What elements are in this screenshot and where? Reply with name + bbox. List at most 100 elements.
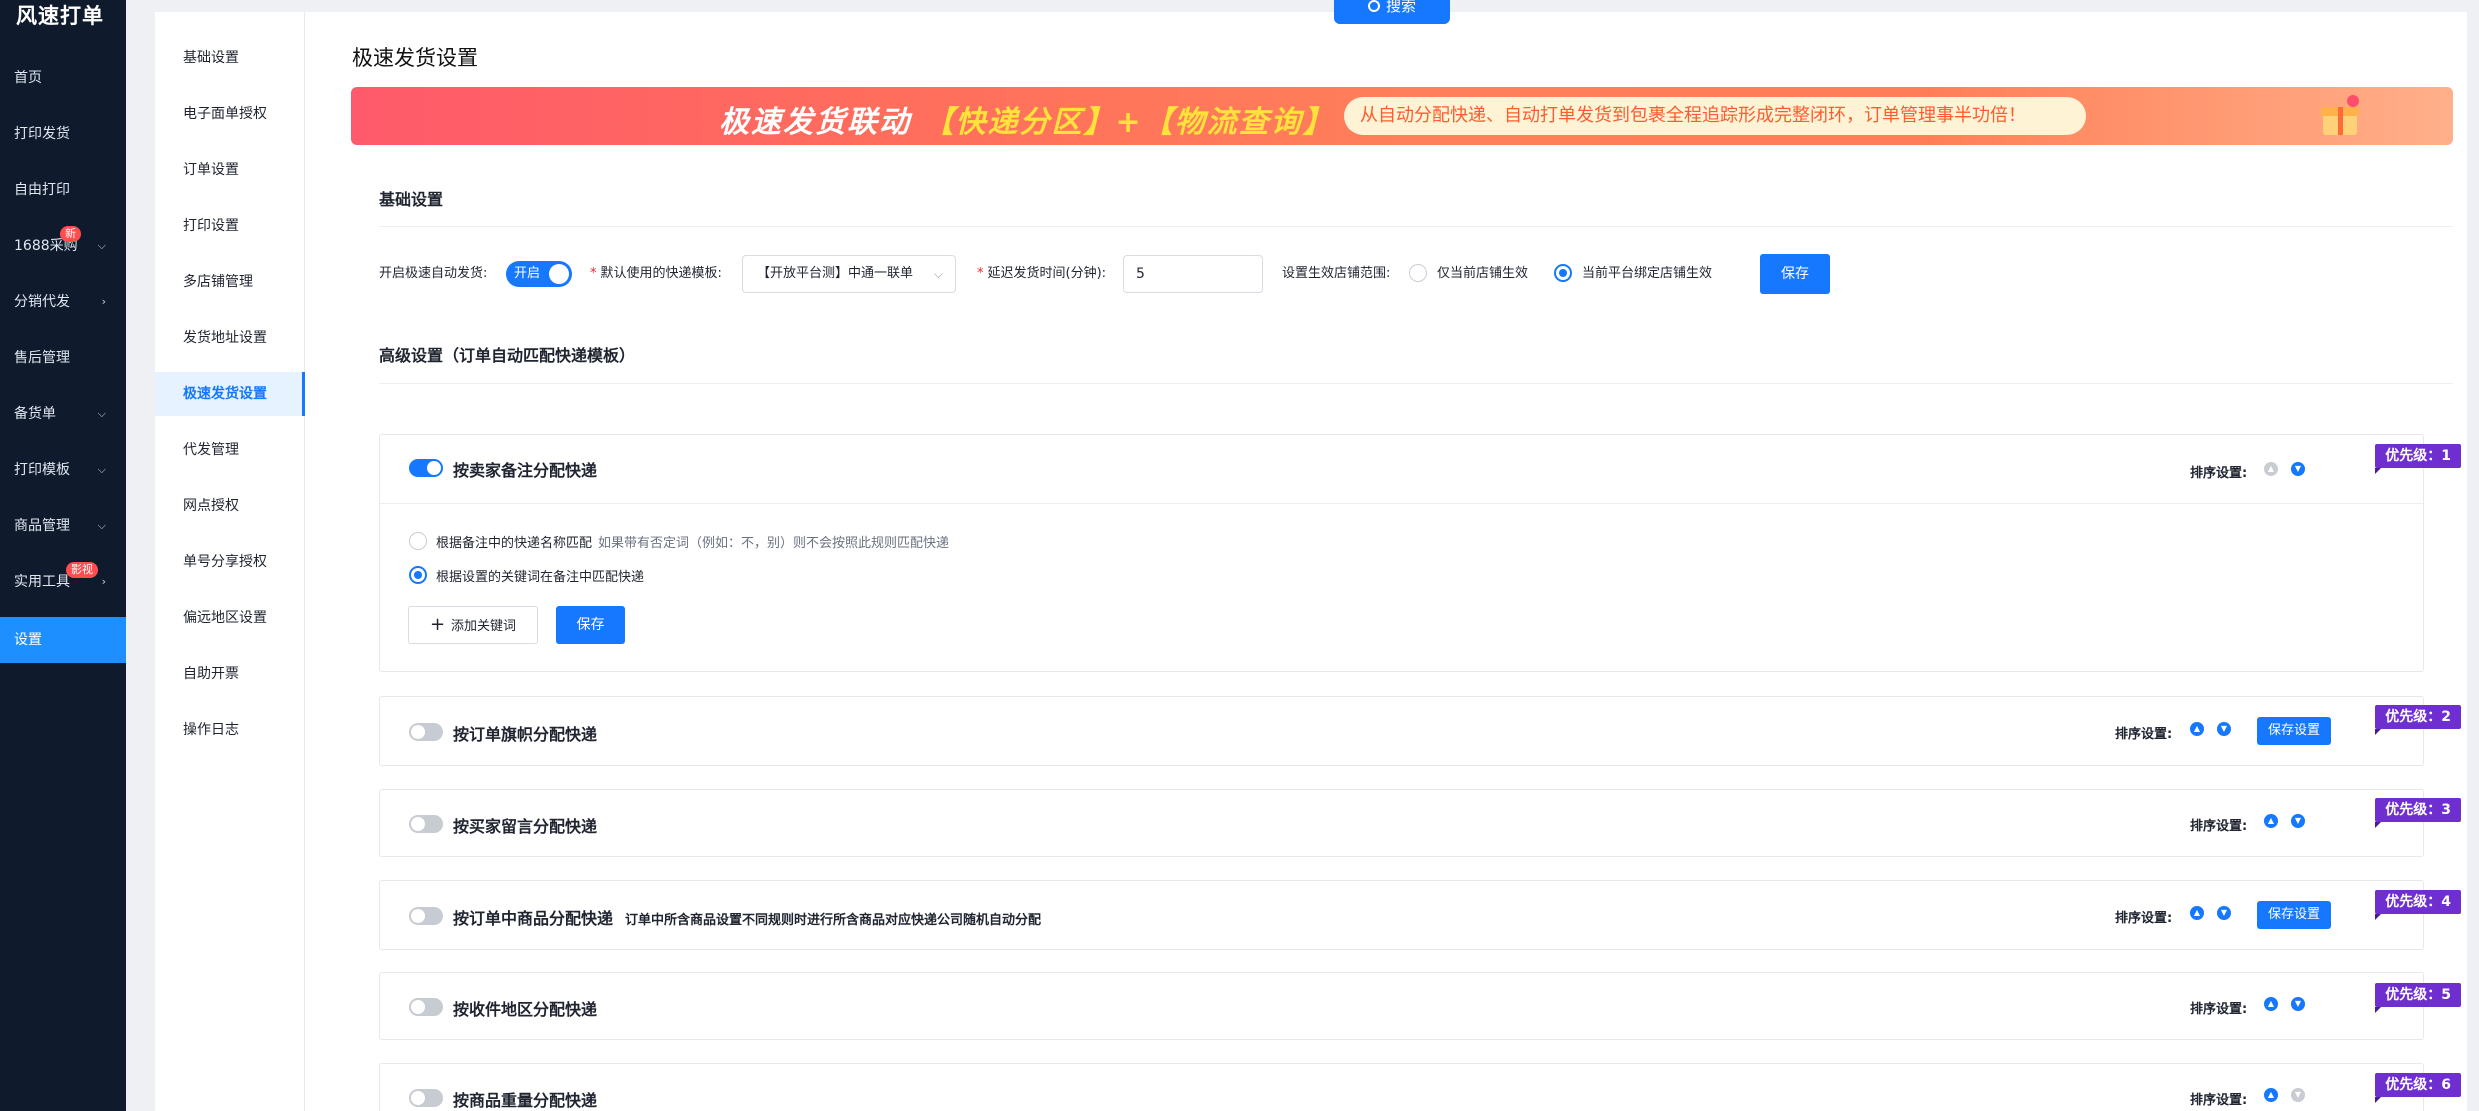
nav-item-settings[interactable]: 设置 [0,617,126,663]
nav-item-1688-purchase[interactable]: 1688采购 新 ⌵ [0,223,126,269]
nav-item-product-management[interactable]: 商品管理 ⌵ [0,503,126,549]
rule-toggle[interactable] [409,998,443,1016]
subnav-item-label: 基础设置 [183,50,239,66]
rule-toggle[interactable] [409,907,443,925]
nav-item-print-template[interactable]: 打印模板 ⌵ [0,447,126,493]
template-select[interactable]: 【开放平台测】中通一联单 ⌵ [742,255,956,293]
nav-item-tools[interactable]: 实用工具 影视 › [0,559,126,605]
move-up-icon[interactable]: ▲ [2264,1088,2278,1102]
nav-item-stock-list[interactable]: 备货单 ⌵ [0,391,126,437]
subnav-item-print[interactable]: 打印设置 [155,204,305,248]
rule-toggle[interactable] [409,723,443,741]
promo-banner[interactable]: 极速发货联动 【快递分区】+【物流查询】 从自动分配快递、自动打单发货到包裹全程… [351,87,2453,145]
rule-toggle[interactable] [409,815,443,833]
toggle-knob [411,1000,425,1014]
brand-logo: 风速打单 [16,4,104,28]
delay-label: * 延迟发货时间(分钟): [977,264,1106,284]
required-mark: * [590,266,597,281]
chevron-right-icon: › [101,295,106,308]
chevron-down-icon: ⌵ [933,267,943,281]
rule-card-order-product: 按订单中商品分配快递 订单中所含商品设置不同规则时进行所含商品对应快递公司随机自动… [379,880,2424,950]
scope-radio-current[interactable] [1409,264,1427,282]
toggle-knob [549,264,569,284]
template-select-value: 【开放平台测】中通一联单 [757,266,914,281]
scope-option-platform-label: 当前平台绑定店铺生效 [1582,266,1713,281]
banner-title-prefix: 极速发货联动 [719,105,911,140]
rule-title: 按订单中商品分配快递 订单中所含商品设置不同规则时进行所含商品对应快递公司随机自动… [453,905,1041,929]
gift-box-icon [2321,95,2359,135]
rule-title: 按收件地区分配快递 [453,1000,598,1019]
settings-subnav: 基础设置 电子面单授权 订单设置 打印设置 多店铺管理 发货地址设置 极速发货设… [155,12,305,1111]
nav-item-distribution[interactable]: 分销代发 › [0,279,126,325]
subnav-item-label: 单号分享授权 [183,554,267,570]
toggle-knob [427,461,441,475]
subnav-item-fast-ship[interactable]: 极速发货设置 [155,372,305,416]
nav-item-label: 自由打印 [14,182,70,198]
match-option-hint: 如果带有否定词（例如：不，别）则不会按照此规则匹配快递 [598,536,950,551]
move-down-icon[interactable]: ▼ [2291,462,2305,476]
subnav-item-basic[interactable]: 基础设置 [155,36,305,80]
nav-item-free-print[interactable]: 自由打印 [0,167,126,213]
subnav-item-label: 代发管理 [183,442,239,458]
match-option-text: 根据备注中的快递名称匹配 [436,536,593,551]
subnav-item-label: 网点授权 [183,498,239,514]
subnav-item-waybill-auth[interactable]: 电子面单授权 [155,92,305,136]
nav-item-print-ship[interactable]: 打印发货 [0,111,126,157]
save-settings-button[interactable]: 保存设置 [2257,717,2331,745]
subnav-item-invoice[interactable]: 自助开票 [155,652,305,696]
banner-title-highlight: 【快递分区】+【物流查询】 [923,105,1335,140]
rule-card-order-flag: 按订单旗帜分配快递 排序设置: ▲ ▼ 保存设置 [379,696,2424,766]
move-down-icon[interactable]: ▼ [2291,997,2305,1011]
template-label-text: 默认使用的快递模板: [600,266,722,281]
move-up-icon[interactable]: ▲ [2190,722,2204,736]
move-up-icon[interactable]: ▲ [2264,997,2278,1011]
subnav-item-remote-area[interactable]: 偏远地区设置 [155,596,305,640]
chevron-down-icon: ⌵ [97,239,106,252]
subnav-item-outlet-auth[interactable]: 网点授权 [155,484,305,528]
rule-toggle[interactable] [409,459,443,477]
save-settings-button[interactable]: 保存设置 [2257,901,2331,929]
nav-item-label: 实用工具 [14,574,70,590]
subnav-item-label: 极速发货设置 [183,386,267,402]
move-up-icon[interactable]: ▲ [2264,814,2278,828]
subnav-item-operation-log[interactable]: 操作日志 [155,708,305,752]
delay-minutes-input[interactable]: 5 [1123,255,1263,293]
search-button[interactable]: 搜索 [1334,0,1450,24]
scope-radio-platform[interactable] [1554,264,1572,282]
rule-toggle[interactable] [409,1089,443,1107]
match-by-keyword-radio[interactable] [409,566,427,584]
move-down-icon[interactable]: ▼ [2217,722,2231,736]
add-keyword-button[interactable]: + 添加关键词 [408,606,538,644]
sort-label: 排序设置: [2115,911,2173,926]
template-label: * 默认使用的快递模板: [590,264,722,284]
subnav-item-label: 操作日志 [183,722,239,738]
scope-option-current-label: 仅当前店铺生效 [1437,266,1529,281]
rule-save-button[interactable]: 保存 [556,606,625,644]
subnav-item-number-share[interactable]: 单号分享授权 [155,540,305,584]
move-up-icon[interactable]: ▲ [2190,906,2204,920]
nav-item-label: 售后管理 [14,350,70,366]
rule-title: 按订单旗帜分配快递 [453,725,598,744]
subnav-item-label: 打印设置 [183,218,239,234]
new-badge: 新 [60,226,81,242]
nav-item-home[interactable]: 首页 [0,55,126,101]
rule-card-buyer-message: 按买家留言分配快递 排序设置: ▲ ▼ [379,789,2424,857]
move-down-icon[interactable]: ▼ [2291,814,2305,828]
move-down-icon[interactable]: ▼ [2291,1088,2305,1102]
basic-save-button[interactable]: 保存 [1760,254,1830,294]
priority-badge: 优先级：6 [2375,1073,2461,1103]
nav-item-after-sales[interactable]: 售后管理 [0,335,126,381]
auto-ship-toggle[interactable]: 开启 [506,261,572,287]
subnav-item-ship-address[interactable]: 发货地址设置 [155,316,305,360]
subnav-item-label: 偏远地区设置 [183,610,267,626]
subnav-item-proxy-ship[interactable]: 代发管理 [155,428,305,472]
subnav-item-multi-store[interactable]: 多店铺管理 [155,260,305,304]
rule-card-recipient-region: 按收件地区分配快递 排序设置: ▲ ▼ [379,972,2424,1040]
rule-card-product-weight: 按商品重量分配快递 排序设置: ▲ ▼ [379,1063,2424,1111]
subnav-item-order[interactable]: 订单设置 [155,148,305,192]
toggle-knob [411,1091,425,1105]
move-down-icon[interactable]: ▼ [2217,906,2231,920]
sort-label: 排序设置: [2190,1002,2248,1017]
move-up-icon[interactable]: ▲ [2264,462,2278,476]
match-by-express-name-radio[interactable] [409,532,427,550]
